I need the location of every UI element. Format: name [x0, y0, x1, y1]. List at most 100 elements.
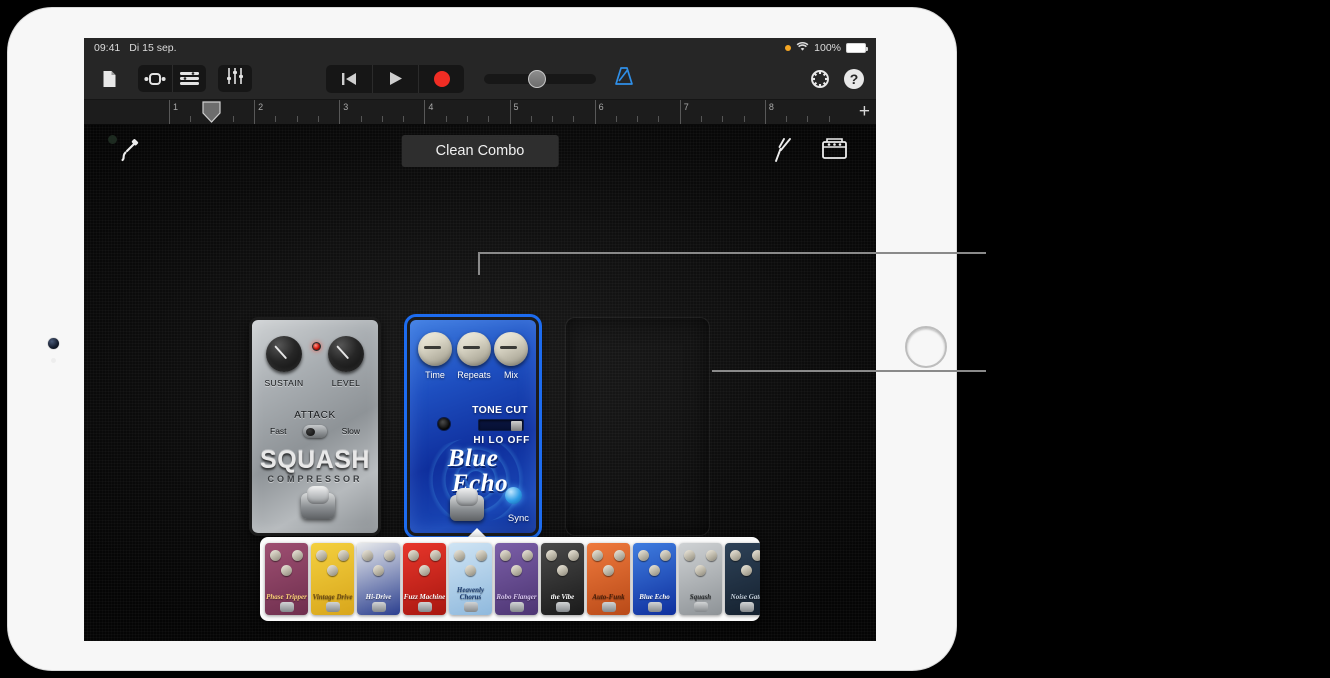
attack-slow-label: Slow [341, 426, 360, 436]
browser-pedal-knob [316, 550, 327, 561]
browser-pedal-footswitch [417, 602, 432, 612]
timeline-ruler[interactable]: 1 2 3 4 5 6 7 8 + [84, 100, 876, 125]
squash-footswitch[interactable] [301, 493, 335, 519]
browser-pedal-knob [603, 565, 614, 576]
gear-icon[interactable] [808, 67, 832, 91]
browser-pedal-knob [730, 550, 741, 561]
browser-pedal-knob [454, 550, 465, 561]
browser-pedal-footswitch [647, 602, 662, 612]
mixer-button[interactable] [218, 65, 252, 92]
browser-pedal-footswitch [463, 602, 478, 612]
ruler-sub-tick [828, 116, 830, 122]
ruler-sub-tick [637, 116, 639, 122]
browser-pedal-label: the Vibe [550, 593, 575, 601]
pedal-browser[interactable]: Phase Tripper Vintage Drive Hi-Drive Fuzz M… [260, 537, 760, 621]
preset-name-label: Clean Combo [435, 143, 525, 159]
browser-pedal-footswitch [555, 602, 570, 612]
pedal-blue-echo[interactable]: Time Repeats Mix TONE CUT HI LO OFF Blue… [404, 314, 542, 539]
ipad-screen: 09:41 Di 15 sep. 100% ? 1 2 3 4 5 6 7 8 … [84, 38, 876, 641]
battery-percent: 100% [814, 42, 841, 54]
browser-pedal-knob [546, 550, 557, 561]
metronome-icon[interactable] [614, 66, 634, 91]
loop-browser-icon[interactable] [138, 65, 172, 92]
browser-pedal-the-vibe[interactable]: the Vibe [541, 543, 584, 615]
ruler-bar-number: 5 [513, 102, 519, 112]
mix-knob[interactable] [494, 332, 528, 366]
ruler-ticks: 1 2 3 4 5 6 7 8 [169, 100, 850, 124]
browser-pedal-knob [384, 550, 395, 561]
level-knob-label: LEVEL [331, 378, 361, 388]
track-list-icon[interactable] [172, 65, 206, 92]
ruler-sub-tick [381, 116, 383, 122]
browser-pedal-label: Blue Echo [639, 593, 670, 601]
echo-footswitch[interactable] [450, 495, 484, 521]
browser-pedal-squash[interactable]: Squash [679, 543, 722, 615]
browser-pedal-knob [430, 550, 441, 561]
sustain-knob-label: SUSTAIN [264, 378, 304, 388]
browser-pedal-blue-echo[interactable]: Blue Echo [633, 543, 676, 615]
play-icon[interactable] [372, 64, 418, 93]
browser-pedal-label: Vintage Drive [312, 593, 353, 601]
ruler-sub-tick [317, 116, 319, 122]
browser-pedal-fuzz-machine[interactable]: Fuzz Machine [403, 543, 446, 615]
rewind-to-start-icon[interactable] [326, 65, 372, 93]
browser-pedal-heavenly-chorus[interactable]: Heavenly Chorus [449, 543, 492, 615]
sync-led-icon[interactable] [505, 487, 522, 504]
browser-pedal-phase-tripper[interactable]: Phase Tripper [265, 543, 308, 615]
repeats-knob[interactable] [457, 332, 491, 366]
browser-pedal-noise-gate[interactable]: Noise Gate [725, 543, 760, 615]
browser-pedal-knob [592, 550, 603, 561]
level-knob[interactable] [328, 336, 364, 372]
ruler-sub-tick [296, 116, 298, 122]
ambient-sensor-icon [51, 358, 56, 363]
pedal-chain: SUSTAIN LEVEL ATTACK Fast Slow SQUASH CO… [249, 314, 710, 539]
browser-pedal-knob [557, 565, 568, 576]
ruler-bar-number: 1 [173, 102, 179, 112]
browser-pedal-label: Squash [689, 593, 712, 601]
browser-pedal-hi-drive[interactable]: Hi-Drive [357, 543, 400, 615]
ruler-bar-number: 3 [343, 102, 349, 112]
attack-toggle-switch[interactable] [303, 425, 327, 438]
browser-pedal-knob [741, 565, 752, 576]
document-icon[interactable] [94, 65, 124, 93]
sync-label: Sync [507, 513, 529, 524]
browser-pedal-knob [695, 565, 706, 576]
master-volume-knob[interactable] [528, 69, 546, 88]
record-icon[interactable] [418, 64, 464, 93]
time-knob[interactable] [418, 332, 452, 366]
ruler-sub-tick [743, 116, 745, 122]
guitar-cable-icon[interactable] [116, 139, 140, 168]
home-button[interactable] [905, 326, 947, 368]
preset-name-button[interactable]: Clean Combo [401, 135, 559, 167]
ruler-sub-tick [807, 116, 809, 122]
browser-pedal-auto-funk[interactable]: Auto-Funk [587, 543, 630, 615]
tuning-fork-icon[interactable] [772, 137, 794, 168]
plus-icon[interactable]: + [859, 102, 870, 121]
amplifier-icon[interactable] [821, 136, 848, 165]
master-volume-slider[interactable] [484, 69, 596, 88]
ruler-sub-tick [445, 116, 447, 122]
orange-recording-dot-icon [785, 45, 792, 51]
ruler-sub-tick [722, 116, 724, 122]
echo-jack-icon [437, 417, 451, 431]
browser-pedal-knob [476, 550, 487, 561]
view-segment-group [138, 65, 206, 92]
tone-cut-switch[interactable] [478, 419, 524, 431]
ruler-bar-mark: 5 [509, 100, 519, 124]
ruler-bar-mark: 4 [424, 100, 433, 124]
playhead[interactable] [202, 101, 221, 123]
tone-cut-options-label: HI LO OFF [473, 435, 530, 446]
sustain-knob[interactable] [266, 336, 302, 372]
pedalboard-stage: Clean Combo SUSTAIN LEVEL ATTACK Fast Sl… [84, 125, 876, 641]
pedal-squash-compressor[interactable]: SUSTAIN LEVEL ATTACK Fast Slow SQUASH CO… [249, 317, 381, 536]
browser-pedal-footswitch [325, 602, 340, 612]
help-question-icon[interactable]: ? [842, 67, 866, 91]
browser-pedal-vintage-drive[interactable]: Vintage Drive [311, 543, 354, 615]
ruler-sub-tick [701, 116, 703, 122]
browser-pedal-knob [511, 565, 522, 576]
ruler-bar-number: 4 [428, 102, 434, 112]
empty-pedal-slot[interactable] [565, 317, 710, 536]
browser-pedal-robo-flanger[interactable]: Robo Flanger [495, 543, 538, 615]
browser-pedal-knob [419, 565, 430, 576]
browser-pedal-knob [327, 565, 338, 576]
